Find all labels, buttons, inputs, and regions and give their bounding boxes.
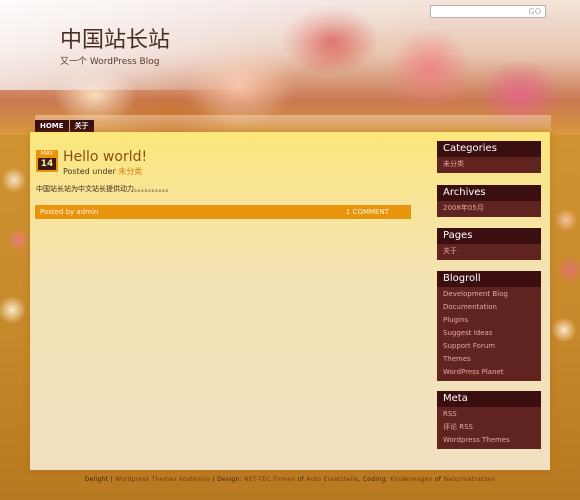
post-author: Posted by admin bbox=[40, 208, 99, 216]
footer-text: of bbox=[295, 476, 307, 483]
nav-item-about[interactable]: 关于 bbox=[69, 120, 94, 132]
widget-body-archives: 2008年05月 bbox=[437, 201, 541, 217]
blogroll-link[interactable]: Suggest Ideas bbox=[443, 327, 535, 340]
widget-body-pages: 关于 bbox=[437, 244, 541, 260]
post-date-badge: MAY 14 bbox=[36, 150, 58, 172]
right-floral-decoration bbox=[548, 130, 580, 360]
blogroll-link[interactable]: Support Forum bbox=[443, 340, 535, 353]
footer-text: Delight bbox=[84, 476, 109, 483]
blogroll-link[interactable]: Plugins bbox=[443, 314, 535, 327]
post-date-month: MAY bbox=[40, 150, 54, 157]
blogroll-link[interactable]: WordPress Planet bbox=[443, 366, 535, 379]
widget-title-meta: Meta bbox=[437, 391, 541, 407]
site-title[interactable]: 中国站长站 bbox=[60, 22, 170, 54]
search-go-button[interactable]: GO bbox=[529, 6, 542, 18]
archive-link[interactable]: 2008年05月 bbox=[443, 202, 535, 215]
footer-link[interactable]: Wordpress Themes kostenlos bbox=[115, 476, 210, 483]
post-category-link[interactable]: 未分类 bbox=[118, 167, 142, 176]
widget-body-meta: RSS 评论 RSS Wordpress Themes bbox=[437, 407, 541, 449]
footer-link[interactable]: Kinderwagen bbox=[390, 476, 433, 483]
post-meta: Posted under 未分类 bbox=[63, 166, 142, 177]
footer-link[interactable]: Naturmatratzen bbox=[443, 476, 495, 483]
footer-text: , Coding: bbox=[358, 476, 391, 483]
post-footer-bar: Posted by admin 1 COMMENT bbox=[35, 205, 411, 219]
site-footer: Delight | Wordpress Themes kostenlos | D… bbox=[0, 476, 580, 483]
post-comments-link[interactable]: 1 COMMENT bbox=[346, 205, 389, 219]
page-link-about[interactable]: 关于 bbox=[443, 245, 535, 258]
widget-title-categories: Categories bbox=[437, 141, 541, 157]
footer-link[interactable]: NET-TEC Firmen bbox=[244, 476, 295, 483]
site-description: 又一个 WordPress Blog bbox=[60, 57, 160, 67]
blogroll-link[interactable]: Themes bbox=[443, 353, 535, 366]
nav-bar bbox=[35, 115, 551, 132]
widget-categories: Categories 未分类 bbox=[437, 141, 541, 173]
widget-title-blogroll: Blogroll bbox=[437, 271, 541, 287]
widget-pages: Pages 关于 bbox=[437, 228, 541, 260]
widget-title-archives: Archives bbox=[437, 185, 541, 201]
widget-title-pages: Pages bbox=[437, 228, 541, 244]
blogroll-link[interactable]: Development Blog bbox=[443, 288, 535, 301]
meta-link-rss[interactable]: RSS bbox=[443, 408, 535, 421]
search-input[interactable]: GO bbox=[430, 5, 546, 18]
nav-item-home[interactable]: HOME bbox=[35, 120, 69, 132]
footer-text: | Design: bbox=[210, 476, 245, 483]
post-meta-prefix: Posted under bbox=[63, 167, 116, 176]
post-body: 中国站长站为中文站长提供动力。。。。。。。。。。 bbox=[36, 185, 173, 193]
post-date-day: 14 bbox=[38, 158, 56, 170]
widget-archives: Archives 2008年05月 bbox=[437, 185, 541, 217]
blogroll-link[interactable]: Documentation bbox=[443, 301, 535, 314]
widget-body-categories: 未分类 bbox=[437, 157, 541, 173]
meta-link-wordpress-themes[interactable]: Wordpress Themes bbox=[443, 434, 535, 447]
main-nav: HOME 关于 bbox=[35, 120, 94, 132]
footer-text: of bbox=[432, 476, 444, 483]
widget-body-blogroll: Development Blog Documentation Plugins S… bbox=[437, 287, 541, 381]
post-title[interactable]: Hello world! bbox=[63, 149, 147, 165]
footer-link[interactable]: Auto Ersatzteile bbox=[306, 476, 358, 483]
widget-meta: Meta RSS 评论 RSS Wordpress Themes bbox=[437, 391, 541, 449]
meta-link-comments-rss[interactable]: 评论 RSS bbox=[443, 421, 535, 434]
widget-blogroll: Blogroll Development Blog Documentation … bbox=[437, 271, 541, 381]
category-link[interactable]: 未分类 bbox=[443, 158, 535, 171]
